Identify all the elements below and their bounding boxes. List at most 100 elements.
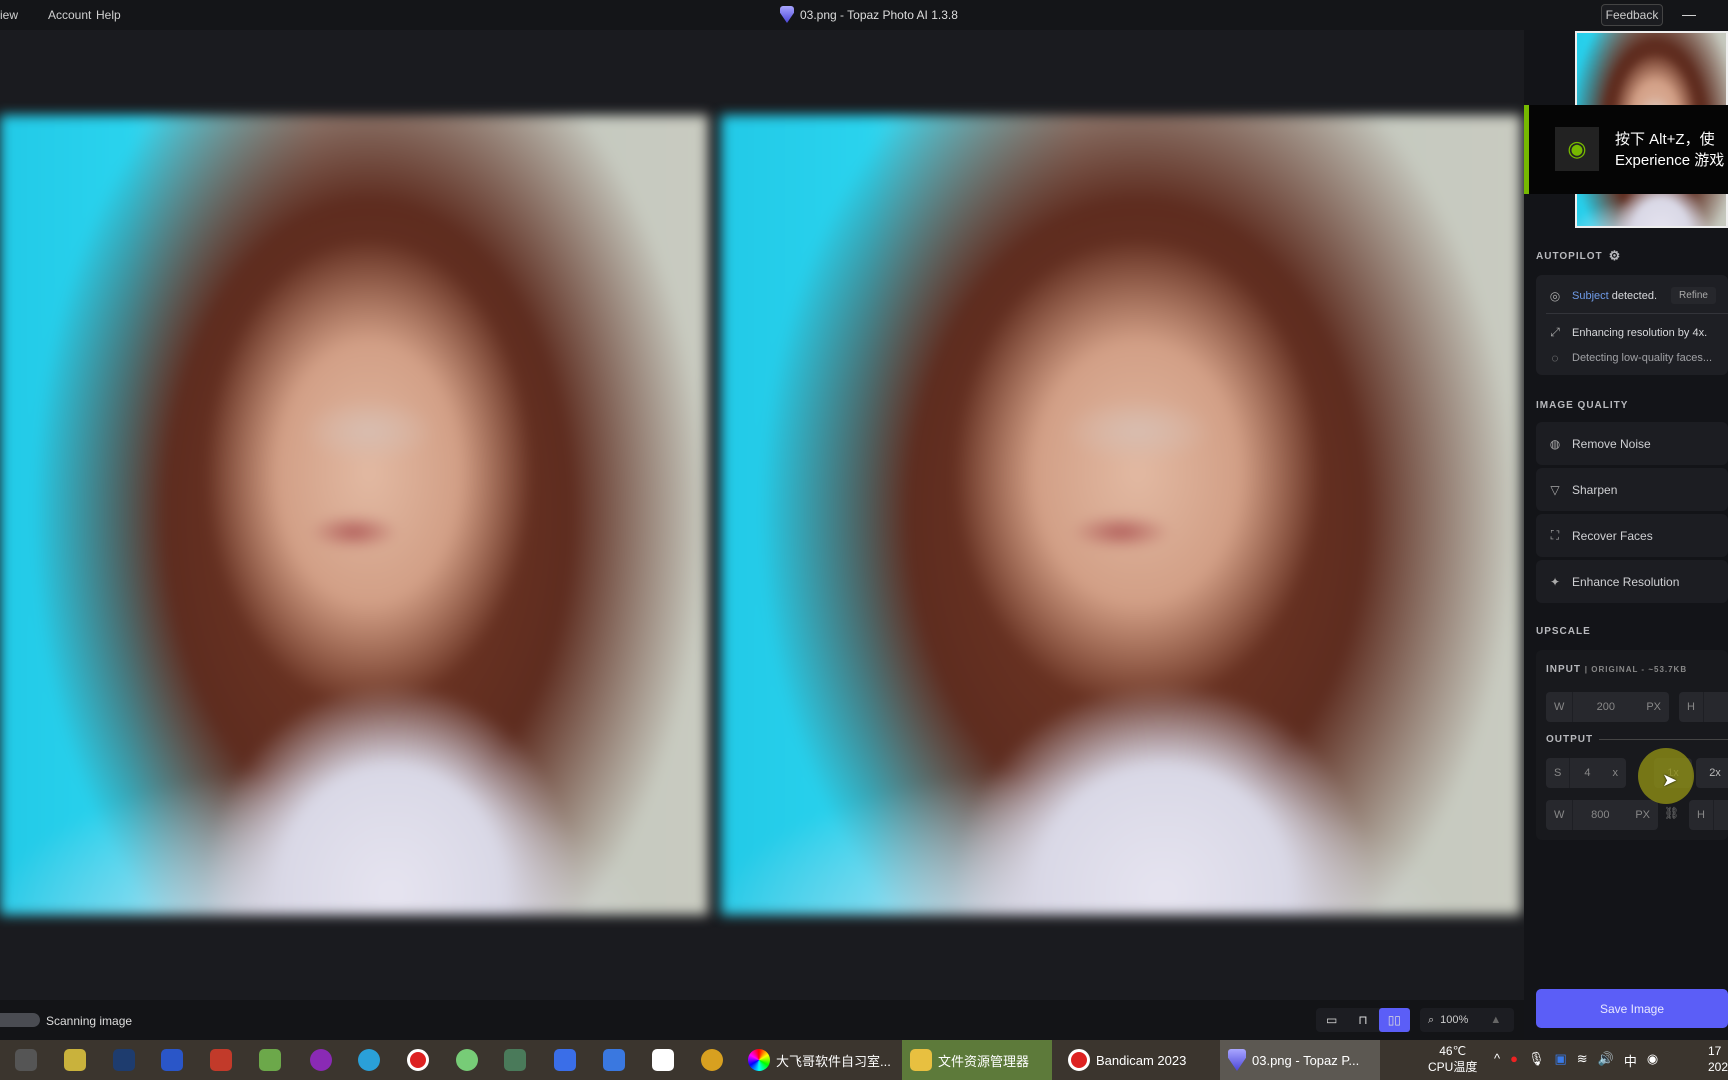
output-height-field[interactable]: H [1689, 800, 1728, 830]
subject-icon: ◎ [1549, 288, 1561, 303]
spinner-icon: ◌ [1551, 351, 1559, 365]
app-baidu-icon[interactable] [652, 1049, 674, 1071]
split-view-button[interactable]: ⊓ [1347, 1008, 1378, 1032]
taskbar-item-label: Bandicam 2023 [1096, 1052, 1187, 1068]
subject-link[interactable]: Subject [1572, 290, 1609, 302]
window-title-text: 03.png - Topaz Photo AI 1.3.8 [800, 7, 958, 22]
face-icon: ⛶ [1550, 528, 1560, 542]
side-by-side-view-button[interactable]: ▯▯ [1378, 1008, 1410, 1032]
original-image [0, 115, 708, 915]
app-k-icon[interactable] [15, 1049, 37, 1071]
output-width-value: 800 [1591, 809, 1610, 821]
scanning-toggle[interactable] [0, 1013, 40, 1027]
input-width-value: 200 [1596, 701, 1616, 713]
w-label: W [1546, 692, 1574, 722]
sparkle-icon: ✦ [1549, 574, 1561, 589]
app-123-icon[interactable] [554, 1049, 576, 1071]
noise-icon: ◍ [1549, 436, 1561, 451]
topaz-logo-icon [780, 6, 794, 23]
scale-field[interactable]: S 4 x [1546, 758, 1626, 788]
sharpen-item[interactable]: ▽ Sharpen [1536, 468, 1728, 511]
refine-button[interactable]: Refine [1671, 287, 1716, 304]
app-monitor-icon[interactable] [504, 1049, 526, 1071]
app-cloud-icon[interactable] [603, 1049, 625, 1071]
menu-view[interactable]: iew [0, 8, 18, 22]
zoom-up-icon[interactable]: ▲ [1490, 1014, 1501, 1026]
enhance-resolution-item[interactable]: ✦ Enhance Resolution [1536, 560, 1728, 603]
x-unit: x [1612, 767, 1619, 779]
remove-noise-item[interactable]: ◍ Remove Noise [1536, 422, 1728, 465]
save-image-button[interactable]: Save Image [1536, 989, 1728, 1028]
app-arrow-icon[interactable] [64, 1049, 86, 1071]
link-icon[interactable]: ⛓ [1664, 806, 1679, 820]
scanning-status: Scanning image [46, 1014, 133, 1028]
minimize-button[interactable]: — [1682, 6, 1696, 22]
chevron-up-icon[interactable]: ^ [1494, 1051, 1500, 1070]
menu-help[interactable]: Help [96, 8, 121, 22]
enhance-resolution-label: Enhance Resolution [1572, 574, 1680, 589]
taskbar-item[interactable]: 大飞哥软件自习室... [740, 1040, 900, 1080]
taskbar-item[interactable]: 文件资源管理器 [902, 1040, 1052, 1080]
output-width-field[interactable]: W 800 PX [1546, 800, 1658, 830]
gear-icon[interactable]: ⚙ [1609, 248, 1622, 264]
taskbar: 大飞哥软件自习室... 文件资源管理器 Bandicam 2023 03.png… [0, 1040, 1728, 1080]
image-quality-heading: IMAGE QUALITY [1536, 400, 1629, 411]
nvidia-line1: 按下 Alt+Z，使 [1615, 131, 1715, 148]
clock-date[interactable]: 2023 [1708, 1059, 1728, 1075]
edge-icon[interactable] [358, 1049, 380, 1071]
recover-faces-label: Recover Faces [1572, 528, 1653, 543]
sharpen-icon: ▽ [1550, 482, 1560, 497]
upscale-card: INPUT | ORIGINAL - ~53.7KB W 200 PX H OUTP… [1536, 650, 1728, 840]
zoom-value: 100% [1440, 1014, 1469, 1026]
nvidia-logo-icon: ◉ [1555, 127, 1599, 171]
h-label: H [1679, 692, 1704, 722]
single-view-button[interactable]: ▭ [1316, 1008, 1347, 1032]
autopilot-heading: AUTOPILOT ⚙ [1536, 248, 1621, 264]
ime-indicator[interactable]: 中 [1624, 1051, 1637, 1070]
record-icon[interactable] [407, 1049, 429, 1071]
view-mode-group: ▭ ⊓ ▯▯ [1316, 1008, 1410, 1032]
microphone-icon[interactable]: 🎙 [1528, 1051, 1545, 1070]
cpu-temp-label: CPU温度 [1428, 1060, 1478, 1074]
input-info: | ORIGINAL - ~53.7KB [1584, 665, 1688, 674]
app-audio-icon[interactable] [113, 1049, 135, 1071]
h-label: H [1689, 800, 1714, 830]
camera-icon[interactable]: ▣ [1554, 1051, 1566, 1070]
input-width-field[interactable]: W 200 PX [1546, 692, 1669, 722]
volume-icon[interactable]: 🔊 [1598, 1051, 1614, 1070]
taskbar-item[interactable]: Bandicam 2023 [1060, 1040, 1215, 1080]
input-height-field[interactable]: H [1679, 692, 1728, 722]
clock-time[interactable]: 17 [1708, 1043, 1728, 1059]
upscale-heading: UPSCALE [1536, 626, 1591, 637]
nvidia-notification[interactable]: ◉ 按下 Alt+Z，使 Experience 游戏 [1524, 105, 1728, 194]
autopilot-label: AUTOPILOT [1536, 250, 1603, 262]
px-unit: PX [1646, 701, 1661, 713]
output-label: OUTPUT [1546, 734, 1594, 745]
preset-2x-button[interactable]: 2x [1696, 758, 1728, 788]
app-v-icon[interactable] [161, 1049, 183, 1071]
menu-account[interactable]: Account [48, 8, 91, 22]
recover-faces-item[interactable]: ⛶ Recover Faces [1536, 514, 1728, 557]
status-bar [0, 1000, 1524, 1040]
cpu-temp: 46℃ [1439, 1044, 1467, 1058]
detecting-text: Detecting low-quality faces... [1572, 352, 1713, 364]
preview-image [721, 115, 1521, 915]
app-mail-icon[interactable] [259, 1049, 281, 1071]
mouse-cursor-icon: ➤ [1662, 770, 1678, 790]
app-globe-icon[interactable] [701, 1049, 723, 1071]
remove-noise-label: Remove Noise [1572, 436, 1651, 451]
window-title: 03.png - Topaz Photo AI 1.3.8 [780, 6, 958, 23]
feedback-button[interactable]: Feedback [1601, 4, 1663, 26]
zoom-control[interactable]: ⌕ 100% ▲ [1420, 1008, 1514, 1032]
autopilot-card: ◎ Subject detected. Refine ⤢ Enhancing reso… [1536, 275, 1728, 375]
enhancing-text: Enhancing resolution by 4x. [1572, 326, 1708, 339]
taskbar-item-label: 03.png - Topaz P... [1252, 1052, 1360, 1068]
app-pdf-icon[interactable] [210, 1049, 232, 1071]
iflytek-icon[interactable]: ◉ [1647, 1051, 1658, 1070]
record-tray-icon[interactable]: ● [1510, 1051, 1518, 1070]
taskbar-item[interactable]: 03.png - Topaz P... [1220, 1040, 1380, 1080]
app-panda-icon[interactable] [456, 1049, 478, 1071]
taskbar-item-label: 大飞哥软件自习室... [776, 1053, 891, 1069]
app-purple-icon[interactable] [310, 1049, 332, 1071]
wifi-icon[interactable]: ≋ [1577, 1051, 1588, 1070]
